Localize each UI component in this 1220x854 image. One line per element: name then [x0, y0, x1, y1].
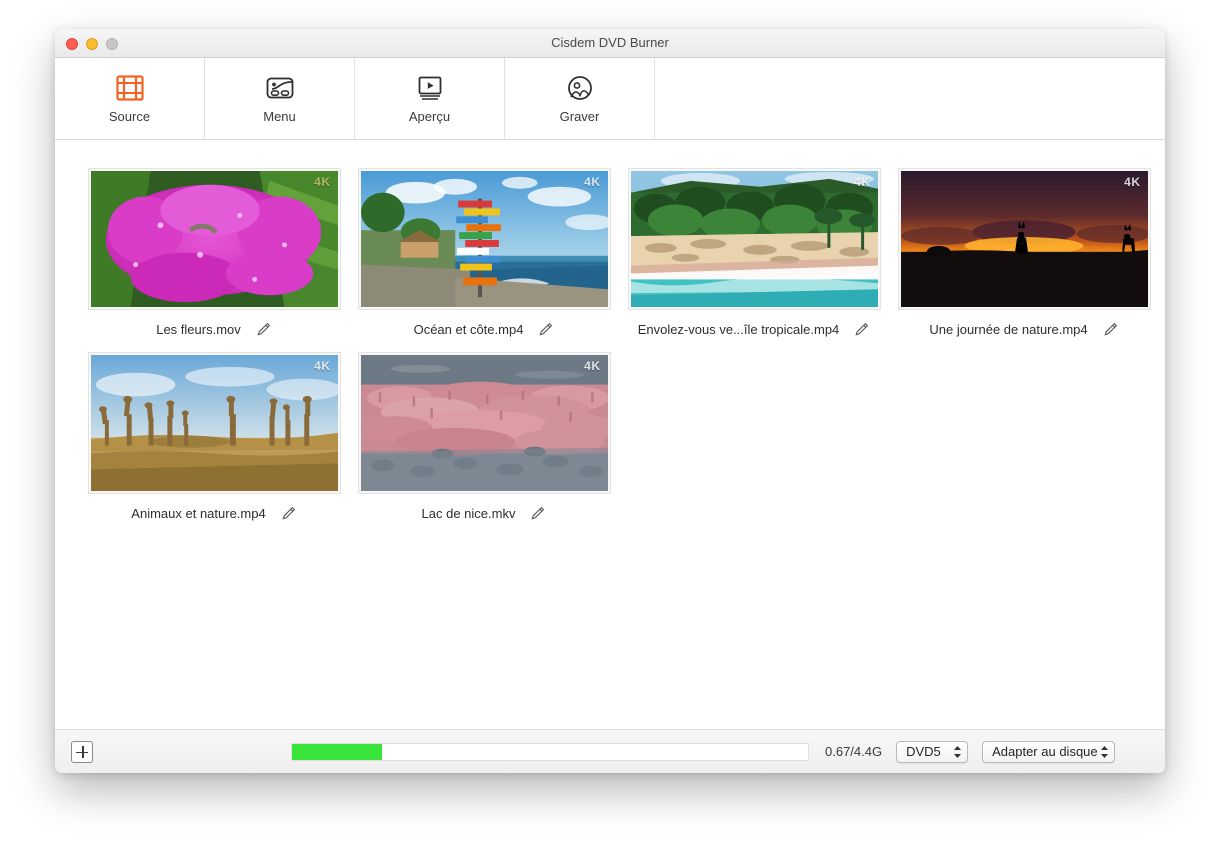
thumbnail-image-sunset-deer: 4K	[901, 171, 1148, 307]
media-item[interactable]: 4K Animaux et nature.mp4	[79, 352, 349, 524]
media-thumbnail[interactable]: 4K	[358, 168, 611, 310]
media-caption: Envolez-vous ve...île tropicale.mp4	[619, 318, 889, 340]
menu-card-icon	[263, 73, 297, 103]
tab-graver[interactable]: Graver	[505, 58, 655, 139]
pencil-icon[interactable]	[529, 505, 546, 522]
film-strip-icon	[113, 73, 147, 103]
media-name: Océan et côte.mp4	[414, 322, 524, 337]
pencil-icon[interactable]	[853, 321, 870, 338]
window-title: Cisdem DVD Burner	[55, 35, 1165, 50]
media-item[interactable]: 4K Une journée de nature.mp4	[889, 168, 1159, 340]
thumbnail-image-giraffes-savanna: 4K	[91, 355, 338, 491]
toolbar-spacer	[655, 58, 1165, 139]
pencil-icon[interactable]	[255, 321, 272, 338]
badge-4k: 4K	[314, 359, 330, 373]
media-name: Envolez-vous ve...île tropicale.mp4	[638, 322, 840, 337]
burn-disc-icon	[563, 73, 597, 103]
badge-4k: 4K	[584, 175, 600, 189]
tab-menu-label: Menu	[263, 109, 296, 124]
disc-size-label: 0.67/4.4G	[825, 744, 882, 759]
disc-capacity-progressbar[interactable]	[291, 743, 809, 761]
disc-type-select[interactable]: DVD5	[896, 741, 968, 763]
main-toolbar: Source Menu	[55, 58, 1165, 140]
fit-to-disc-value: Adapter au disque	[992, 744, 1098, 759]
bottom-toolbar: 0.67/4.4G DVD5 Adapter au disque	[55, 729, 1165, 773]
tab-graver-label: Graver	[560, 109, 600, 124]
media-thumbnail[interactable]: 4K	[358, 352, 611, 494]
app-window: Cisdem DVD Burner Source	[55, 29, 1165, 773]
media-item[interactable]: 4K Océan et côte.mp4	[349, 168, 619, 340]
tab-source-label: Source	[109, 109, 150, 124]
media-caption: Les fleurs.mov	[79, 318, 349, 340]
media-name: Les fleurs.mov	[156, 322, 241, 337]
thumbnail-image-tropical-beach: 4K	[631, 171, 878, 307]
thumbnail-image-purple-flowers: 4K	[91, 171, 338, 307]
badge-4k: 4K	[584, 359, 600, 373]
thumbnail-image-flamingos-lake: 4K	[361, 355, 608, 491]
disc-capacity-fill	[292, 744, 382, 760]
badge-4k: 4K	[854, 175, 870, 189]
tab-apercu[interactable]: Aperçu	[355, 58, 505, 139]
pencil-icon[interactable]	[1102, 321, 1119, 338]
media-caption: Océan et côte.mp4	[349, 318, 619, 340]
pencil-icon[interactable]	[537, 321, 554, 338]
tab-menu[interactable]: Menu	[205, 58, 355, 139]
media-name: Une journée de nature.mp4	[929, 322, 1087, 337]
badge-4k: 4K	[1124, 175, 1140, 189]
badge-4k: 4K	[314, 175, 330, 189]
media-item[interactable]: 4K Les fleurs.mov	[79, 168, 349, 340]
stepper-arrows-icon	[1100, 745, 1109, 759]
media-item[interactable]: 4K Lac de nice.mkv	[349, 352, 619, 524]
media-item[interactable]: 4K Envolez-vous ve...île tropicale.mp4	[619, 168, 889, 340]
media-list-panel: 4K Les fleurs.mov	[55, 140, 1165, 729]
preview-play-icon	[413, 73, 447, 103]
titlebar: Cisdem DVD Burner	[55, 29, 1165, 58]
media-thumbnail[interactable]: 4K	[628, 168, 881, 310]
thumbnail-image-coastal-signpost: 4K	[361, 171, 608, 307]
media-thumbnail[interactable]: 4K	[88, 352, 341, 494]
media-caption: Animaux et nature.mp4	[79, 502, 349, 524]
tab-apercu-label: Aperçu	[409, 109, 450, 124]
media-name: Lac de nice.mkv	[422, 506, 516, 521]
add-files-button[interactable]	[71, 741, 93, 763]
pencil-icon[interactable]	[280, 505, 297, 522]
disc-type-value: DVD5	[906, 744, 941, 759]
media-thumbnail[interactable]: 4K	[88, 168, 341, 310]
media-name: Animaux et nature.mp4	[131, 506, 265, 521]
media-caption: Lac de nice.mkv	[349, 502, 619, 524]
media-thumbnail[interactable]: 4K	[898, 168, 1151, 310]
thumbnail-grid: 4K Les fleurs.mov	[79, 168, 1165, 536]
tab-source[interactable]: Source	[55, 58, 205, 139]
media-caption: Une journée de nature.mp4	[889, 318, 1159, 340]
stepper-arrows-icon	[953, 745, 962, 759]
fit-to-disc-select[interactable]: Adapter au disque	[982, 741, 1115, 763]
